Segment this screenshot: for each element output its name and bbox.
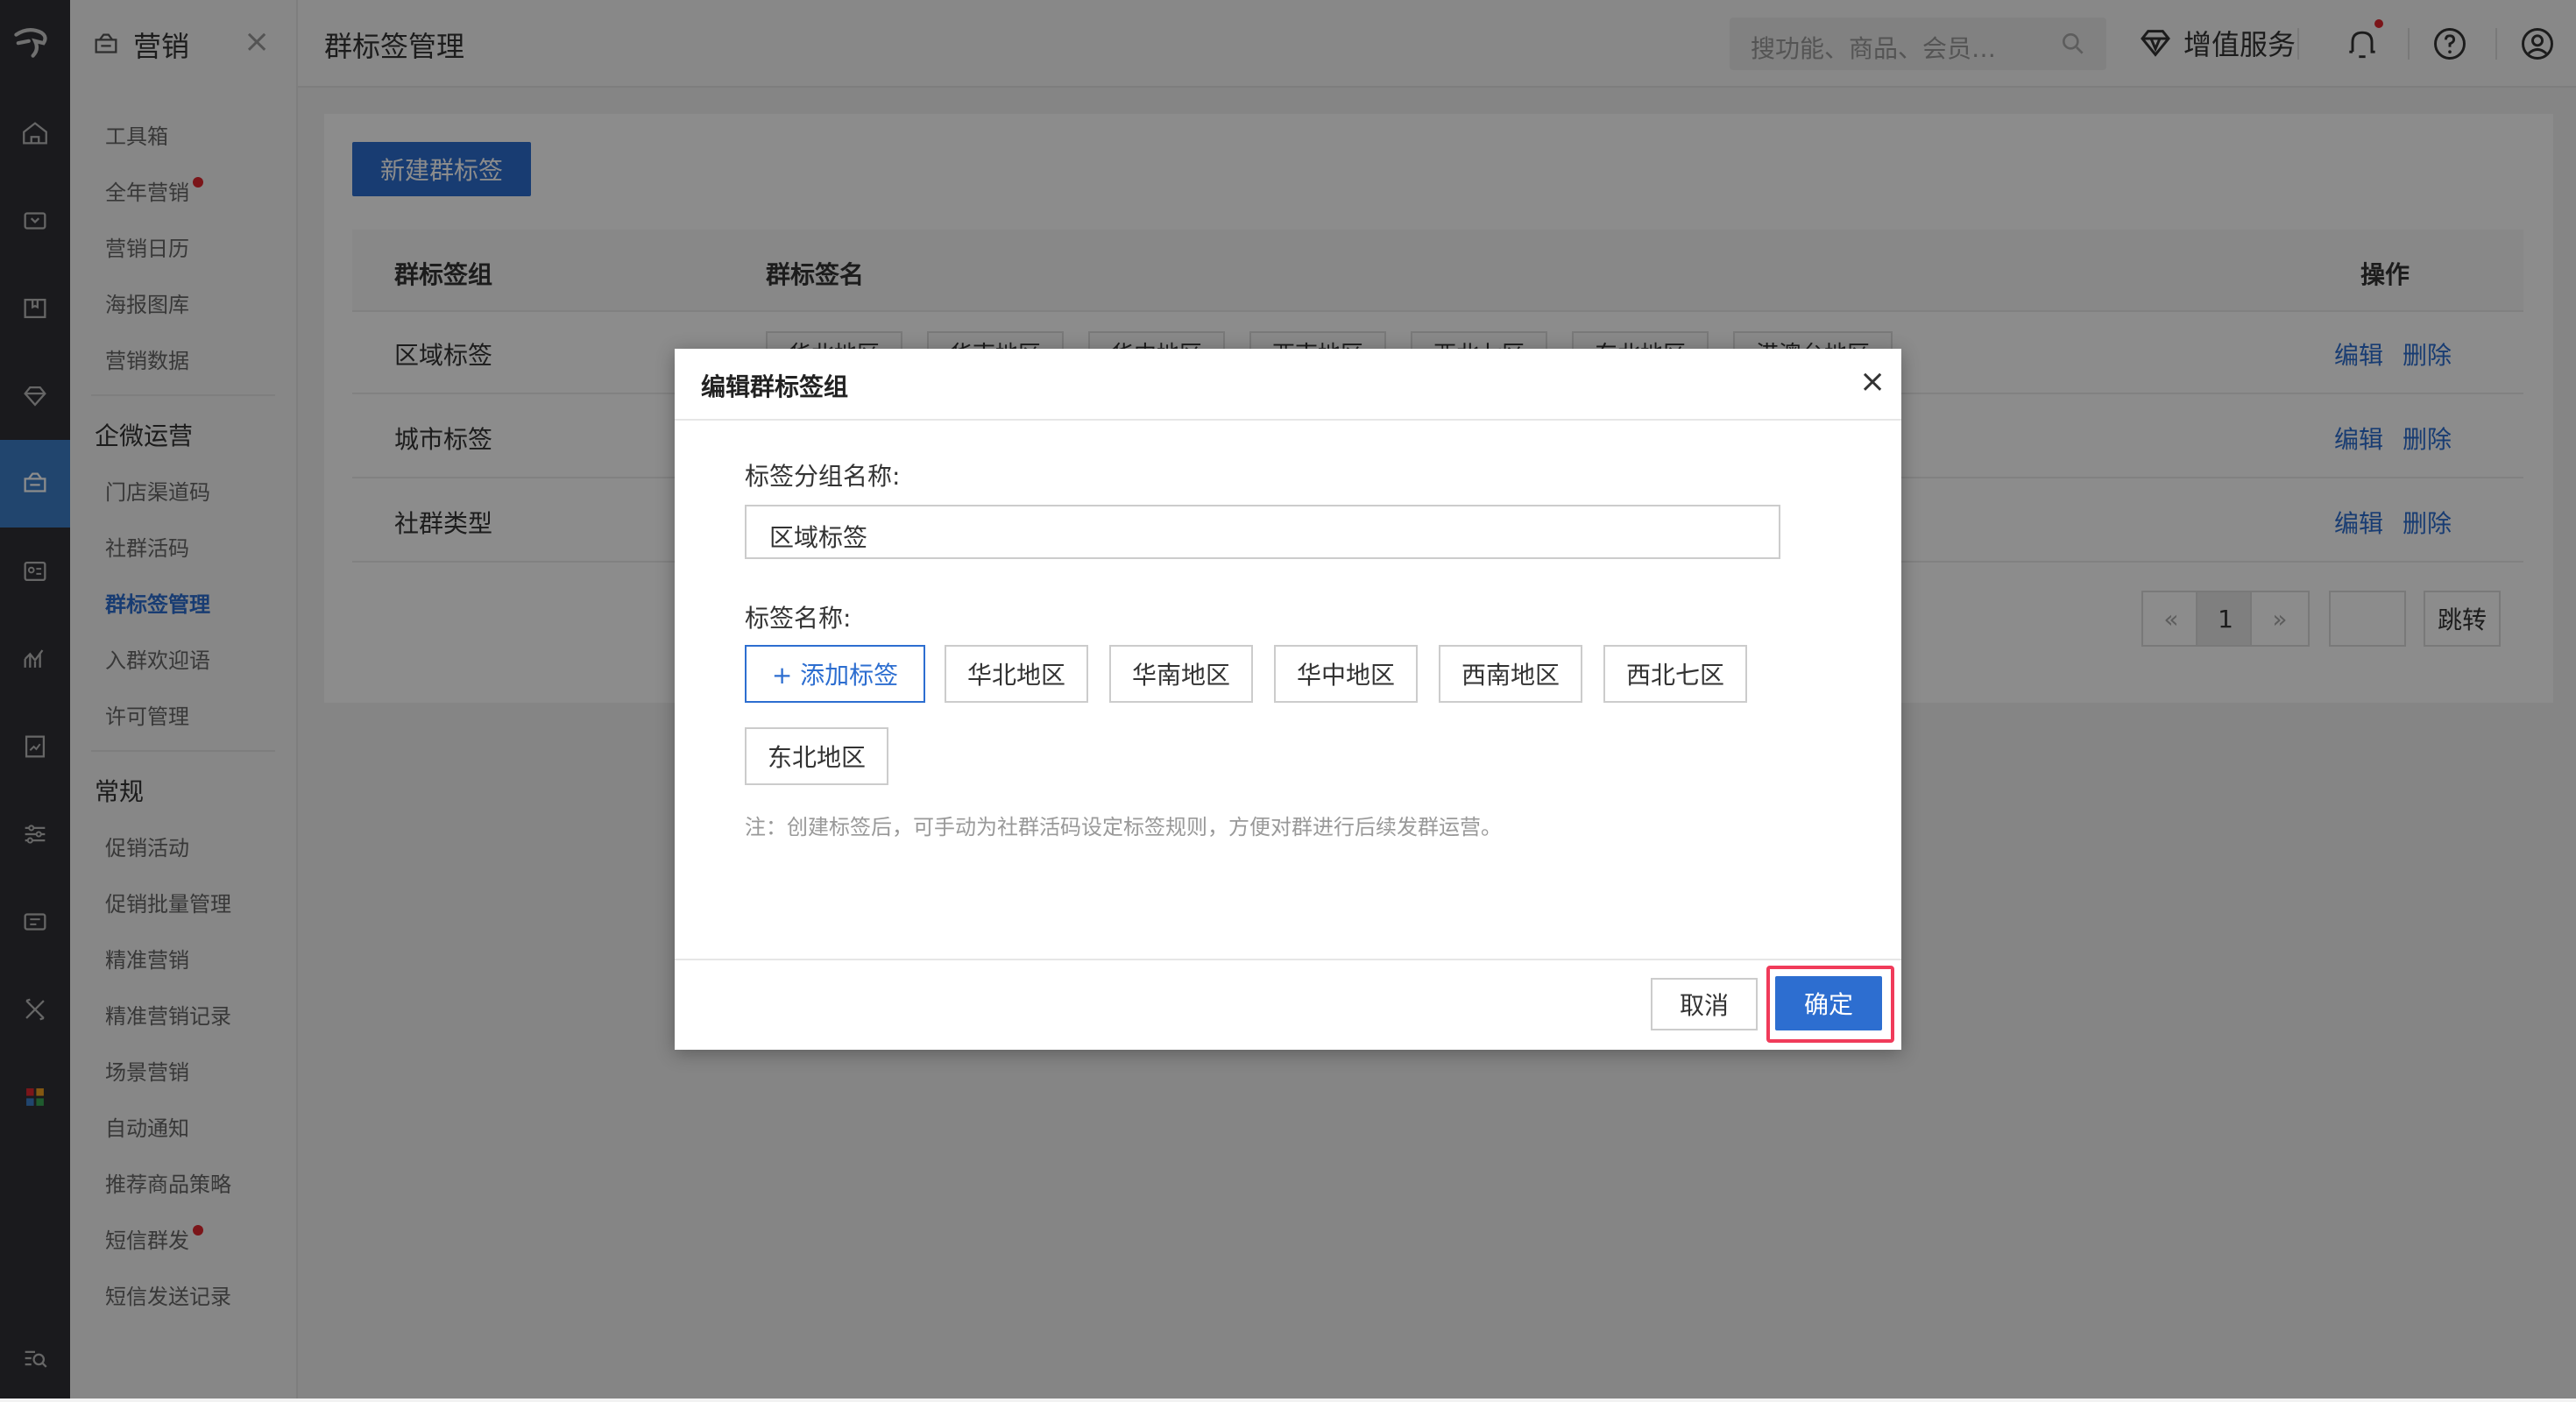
edit-group-tag-dialog: 编辑群标签组 × 标签分组名称: 区域标签 标签名称: + 添加标签 华北地区 … — [675, 349, 1901, 1050]
cancel-button[interactable]: 取消 — [1651, 978, 1758, 1030]
group-name-label: 标签分组名称: — [745, 462, 901, 491]
dialog-footer-divider — [675, 959, 1901, 960]
close-icon[interactable]: × — [1859, 363, 1886, 401]
group-name-input[interactable]: 区域标签 — [745, 505, 1780, 559]
tag-item[interactable]: 西北七区 — [1603, 645, 1747, 703]
dialog-title: 编辑群标签组 — [701, 372, 849, 401]
dialog-note: 注：创建标签后，可手动为社群活码设定标签规则，方便对群进行后续发群运营。 — [745, 815, 1502, 839]
add-tag-button[interactable]: + 添加标签 — [745, 645, 925, 703]
tag-item[interactable]: 华北地区 — [945, 645, 1088, 703]
dialog-header: 编辑群标签组 × — [675, 349, 1901, 421]
tag-item[interactable]: 华中地区 — [1274, 645, 1418, 703]
tag-name-label: 标签名称: — [745, 604, 852, 633]
tag-item[interactable]: 西南地区 — [1439, 645, 1582, 703]
tag-item[interactable]: 东北地区 — [745, 727, 888, 785]
confirm-button[interactable]: 确定 — [1775, 976, 1882, 1030]
tag-item[interactable]: 华南地区 — [1109, 645, 1253, 703]
